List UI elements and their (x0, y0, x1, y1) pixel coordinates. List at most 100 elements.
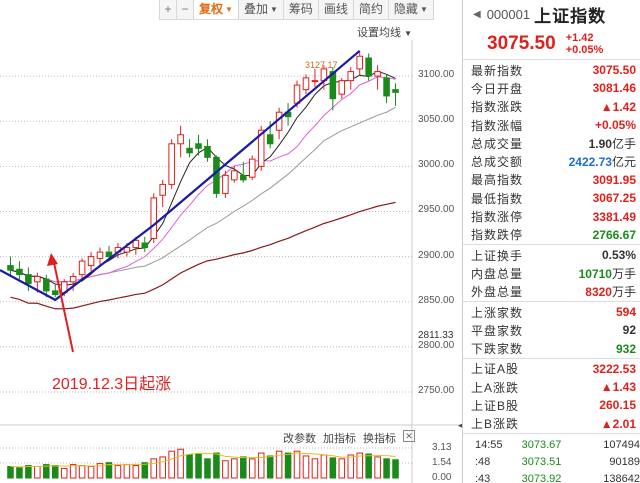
volume-bar (141, 462, 149, 479)
volume-bar (231, 458, 238, 479)
quote-row: 最新指数 3075.50 (463, 61, 640, 79)
annotation-arrow-line (52, 257, 74, 353)
stock-code: 000001 (486, 6, 531, 22)
quote-label: 上涨家数 (471, 305, 524, 320)
tick-vol: 90189 (609, 456, 640, 469)
chart-toolbar: + − 复权 ▼ 叠加 ▼ 筹码 画线 简约 隐藏 ▼ (159, 0, 434, 20)
quote-value: ▲1.42 (601, 100, 636, 114)
current-price-axis-label: 2811.33 (418, 329, 454, 341)
volume-bar (356, 452, 363, 479)
quote-number: 1.90 (588, 136, 612, 151)
quote-number: 2766.67 (592, 227, 636, 242)
chevron-down-icon: ▼ (419, 5, 428, 14)
volume-bar (168, 450, 175, 479)
zoom-in-button[interactable]: + (159, 0, 177, 20)
quote-value: 3081.46 (593, 81, 636, 95)
ma-setting-dropdown[interactable]: 设置均线 ▼ (357, 24, 412, 40)
tick-price: 3073.92 (521, 473, 562, 483)
quote-group-breadth: 上涨家数 594 平盘家数 92 下跌家数 932 (463, 302, 640, 359)
quote-number: 2422.73 (568, 155, 612, 170)
quote-panel: ◀ 000001 上证指数 3075.50 +1.42 +0.05% 最新指数 3… (462, 0, 640, 483)
switch-indicator-button[interactable]: 换指标 (363, 430, 396, 446)
quote-group-ab-shares: 上证A股 3222.53 上A涨跌 ▲1.43 上证B股 260.15 上B涨跌 ▲2.01 (463, 359, 640, 434)
zoom-out-button[interactable]: − (176, 0, 194, 20)
quote-row: 内盘总量 10710万手 (463, 264, 640, 282)
tick-table: 14:55 3073.67 107494:48 3073.51 90189:43 3073… (463, 434, 640, 483)
quote-unit: 亿元 (611, 155, 636, 170)
quote-label: 指数涨幅 (471, 118, 524, 133)
kline-chart-svg[interactable] (0, 0, 462, 483)
tick-vol: 138642 (603, 473, 640, 483)
overlay-label: 叠加 (243, 2, 268, 16)
ma60-line (10, 201, 396, 310)
candle-body (186, 147, 193, 154)
candle-body (16, 268, 23, 276)
peak-value-label: 3127.17 (305, 60, 338, 70)
candle-body (168, 143, 175, 185)
y-tick-label: 2850.00 (418, 294, 455, 306)
quote-label: 指数跌停 (471, 228, 524, 243)
candle-body (87, 256, 95, 267)
quote-number: 3075.50 (592, 63, 636, 78)
candle-body (293, 84, 301, 104)
volume-bar (320, 454, 328, 479)
quote-label: 指数涨停 (471, 210, 524, 225)
quote-label: 最高指数 (471, 173, 524, 188)
candle-body (392, 89, 399, 93)
volume-bar (195, 453, 202, 479)
quote-label: 下跌家数 (471, 342, 524, 357)
volume-bar (51, 465, 59, 479)
quote-value: 92 (623, 323, 636, 337)
volume-ma-line (10, 452, 396, 468)
quote-number: 3091.95 (592, 172, 636, 187)
volume-bar (204, 458, 211, 479)
change-value: +1.42 (565, 31, 594, 44)
hide-dropdown[interactable]: 隐藏 ▼ (387, 0, 434, 20)
quote-value: 3381.49 (593, 210, 636, 224)
chips-button[interactable]: 筹码 (282, 0, 319, 20)
adjust-dropdown[interactable]: 复权 ▼ (193, 0, 239, 20)
quote-row: 上证A股 3222.53 (463, 360, 640, 378)
drawing-button[interactable]: 画线 (317, 0, 354, 20)
volume-bar (150, 458, 158, 479)
quote-number: 0.53% (601, 248, 636, 263)
candle-body (7, 265, 14, 271)
change-percent: +0.05% (565, 43, 604, 56)
candle-body (248, 158, 256, 178)
volume-bar (240, 456, 247, 479)
candle-body (240, 174, 247, 181)
candle-body (105, 251, 113, 258)
quote-row: 总成交额 2422.73亿元 (463, 152, 640, 170)
quote-label: 指数涨跌 (471, 100, 524, 115)
quote-row: 指数涨幅 +0.05% (463, 116, 640, 134)
volume-bar (329, 457, 337, 479)
kline-chart-area[interactable]: + − 复权 ▼ 叠加 ▼ 筹码 画线 简约 隐藏 ▼ 设置均线 ▼ 3127.17 … (0, 0, 462, 483)
volume-bar (159, 456, 166, 479)
y-tick-label: 2800.00 (418, 339, 455, 351)
adjust-label: 复权 (199, 2, 224, 16)
quote-value: 2422.73亿元 (569, 153, 636, 170)
tick-price: 3073.51 (521, 456, 562, 469)
tick-time: 14:55 (475, 439, 503, 452)
close-icon[interactable]: ✕ (403, 430, 415, 442)
quote-label: 上A涨跌 (471, 380, 520, 395)
candle-body (195, 143, 202, 149)
quote-row: 上证B股 260.15 (463, 396, 640, 414)
quote-value: ▲1.43 (601, 380, 636, 394)
candle-body (338, 80, 346, 95)
add-indicator-button[interactable]: 加指标 (323, 430, 356, 446)
quote-label: 最低指数 (471, 191, 524, 206)
quote-row: 今日开盘 3081.46 (463, 79, 640, 97)
params-button[interactable]: 改参数 (283, 430, 316, 446)
candle-body (96, 251, 104, 259)
price-change: +1.42 +0.05% (566, 32, 604, 56)
quote-number: 3081.46 (592, 81, 636, 96)
quote-row: 平盘家数 92 (463, 321, 640, 339)
overlay-dropdown[interactable]: 叠加 ▼ (237, 0, 284, 20)
quote-number: 3067.25 (592, 191, 636, 206)
quote-row: 上B涨跌 ▲2.01 (463, 415, 640, 433)
caret-left-icon[interactable]: ◀ (473, 9, 481, 20)
quote-value: 260.15 (599, 398, 636, 412)
candle-body (302, 77, 310, 91)
simple-button[interactable]: 简约 (352, 0, 389, 20)
